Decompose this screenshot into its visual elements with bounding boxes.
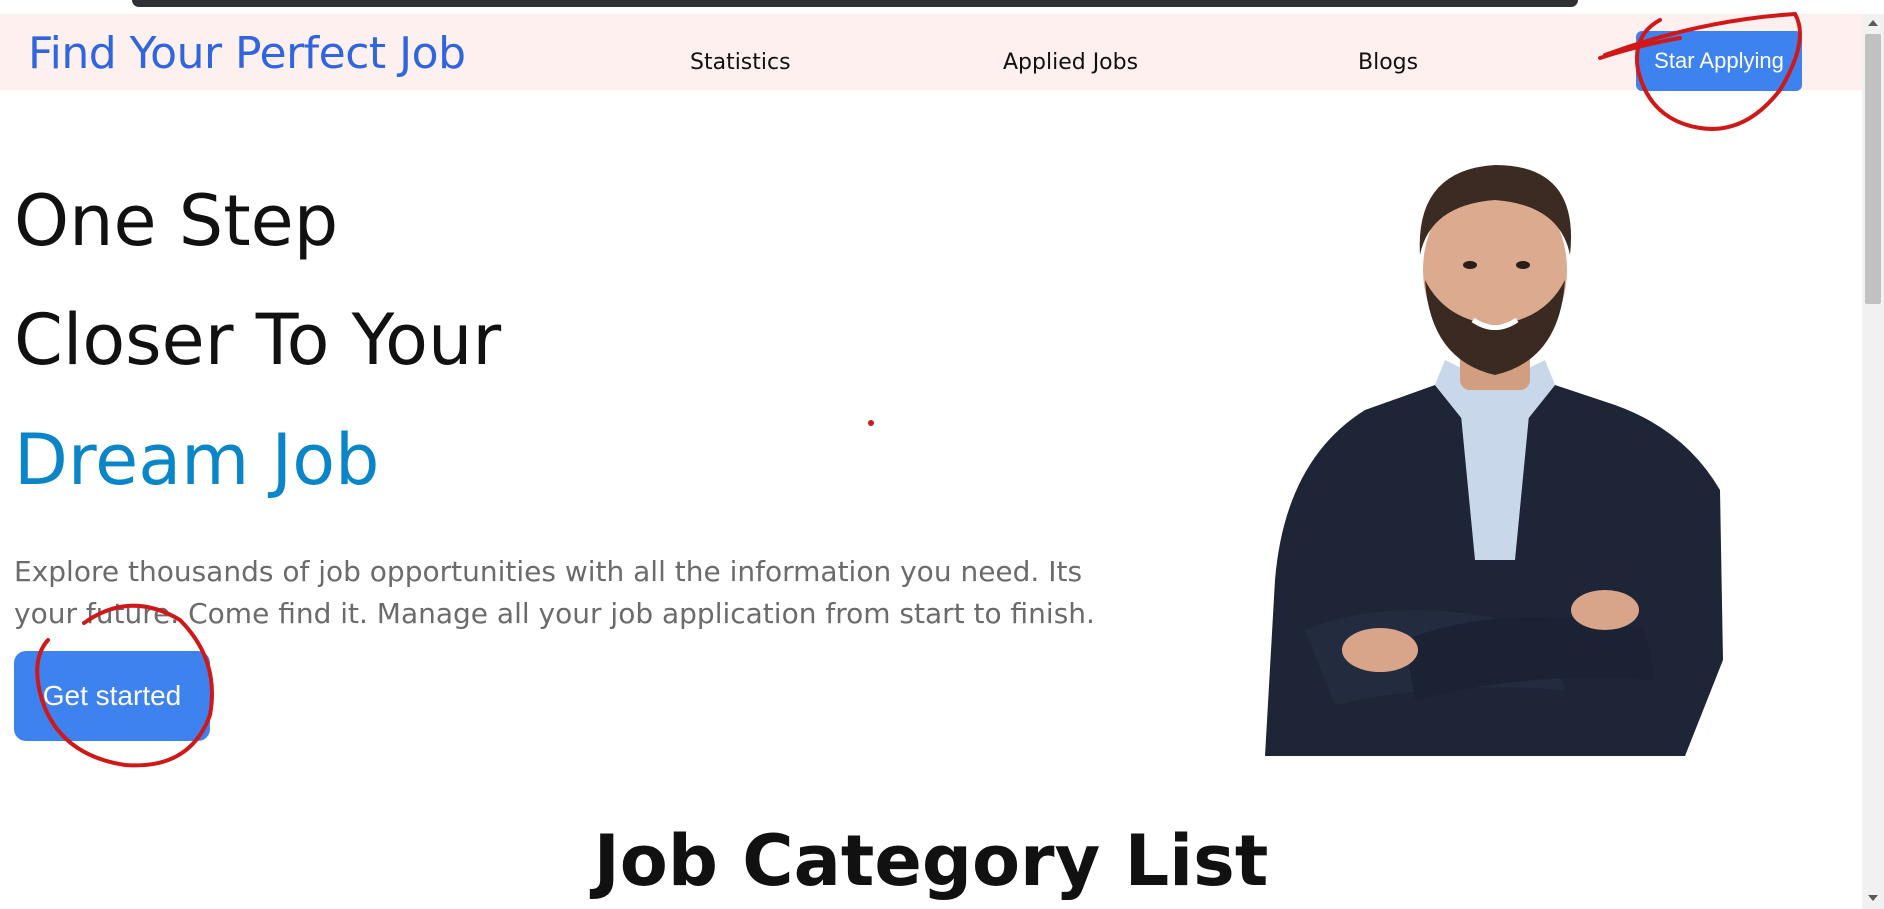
hero-heading-highlight: Dream Job [14,419,380,501]
scroll-down-arrow-icon[interactable] [1868,895,1878,901]
scrollbar-thumb[interactable] [1865,34,1881,304]
browser-toolbar-edge [132,0,1578,7]
nav-link-blogs[interactable]: Blogs [1358,50,1418,75]
start-applying-button[interactable]: Star Applying [1636,31,1802,91]
get-started-button[interactable]: Get started [14,651,210,741]
scroll-up-arrow-icon[interactable] [1868,20,1878,26]
browser-top-strip [0,0,1884,14]
hero-person-image [1265,165,1723,756]
brand-title[interactable]: Find Your Perfect Job [28,28,466,79]
annotation-dot [868,420,874,426]
nav-link-applied-jobs[interactable]: Applied Jobs [1003,50,1138,75]
hero-heading-line-1: One Step [14,180,339,262]
navbar: Find Your Perfect Job Statistics Applied… [0,14,1862,91]
job-category-list-title: Job Category List [593,820,1269,902]
hero-heading-line-2: Closer To Your [14,299,502,381]
page-scrollbar[interactable] [1862,14,1884,909]
nav-link-statistics[interactable]: Statistics [690,50,791,75]
hero-description: Explore thousands of job opportunities w… [14,555,1095,630]
